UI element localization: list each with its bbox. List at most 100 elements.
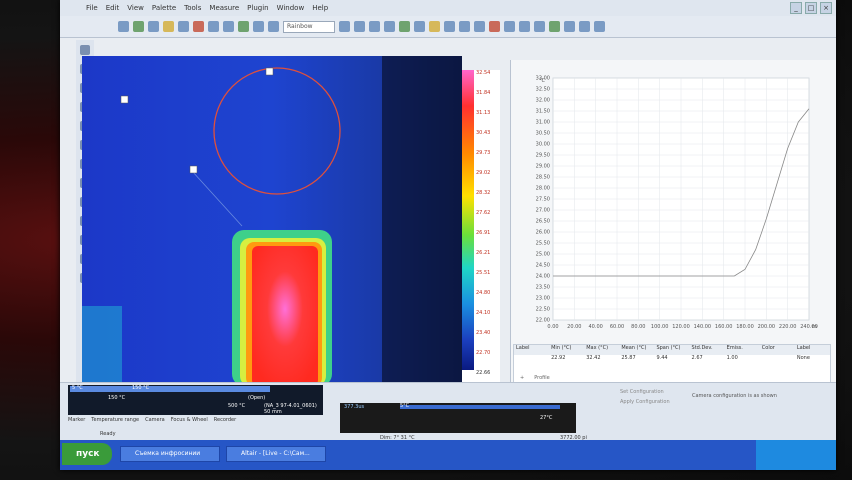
chart-icon[interactable] (429, 21, 440, 32)
palette-next-icon[interactable] (354, 21, 365, 32)
menu-file[interactable]: File (86, 4, 98, 12)
stats-header-cell: Std.Dev. (691, 345, 713, 351)
stats-header-cell: Mean (°C) (621, 345, 647, 351)
point-marker[interactable] (120, 95, 129, 104)
scale-label: 26.21 (476, 250, 491, 256)
open-icon[interactable] (118, 21, 129, 32)
close-icon[interactable]: × (820, 2, 832, 14)
tab-camera[interactable]: Camera (145, 417, 165, 423)
range-open: (Open) (248, 395, 266, 401)
taskbar-item[interactable]: Altair - [Live - C:\Сам... (226, 446, 326, 462)
filter-icon[interactable] (474, 21, 485, 32)
measure-icon[interactable] (459, 21, 470, 32)
stats-row[interactable]: 22.92 32.42 25.87 9.44 2.67 1.00 None (514, 355, 830, 365)
menu-edit[interactable]: Edit (106, 4, 120, 12)
camera-icon[interactable] (549, 21, 560, 32)
stop-icon[interactable] (253, 21, 264, 32)
stats-header-cell: Color (761, 345, 775, 351)
zoom-icon[interactable] (268, 21, 279, 32)
stats-header-cell: Label (516, 345, 530, 351)
save-icon[interactable] (148, 21, 159, 32)
settings-icon[interactable] (414, 21, 425, 32)
copy-icon[interactable] (178, 21, 189, 32)
set-config-button[interactable]: Set Configuration (620, 389, 664, 395)
menu-window[interactable]: Window (277, 4, 305, 12)
stats-cell: 22.92 (551, 355, 566, 361)
scale-label: 27.62 (476, 210, 491, 216)
range-mid-label: 150 °C (132, 385, 150, 391)
menu-help[interactable]: Help (312, 4, 328, 12)
window-icon[interactable] (579, 21, 590, 32)
line-marker[interactable] (189, 165, 198, 174)
stats-cell: 9.44 (656, 355, 668, 361)
scale-label: 22.66 (476, 370, 491, 376)
redo-icon[interactable] (208, 21, 219, 32)
tree-icon[interactable] (399, 21, 410, 32)
temp-slider[interactable] (400, 405, 560, 409)
grid-icon[interactable] (369, 21, 380, 32)
stats-cell (514, 355, 549, 365)
help-icon[interactable] (534, 21, 545, 32)
add-roi-button[interactable]: + (520, 375, 524, 381)
image-icon[interactable] (163, 21, 174, 32)
layout-icon[interactable] (384, 21, 395, 32)
scale-label: 32.54 (476, 70, 491, 76)
range-slider[interactable] (70, 386, 270, 392)
roi-handle[interactable] (265, 67, 274, 76)
print-icon[interactable] (519, 21, 530, 32)
zoom-in-icon[interactable] (80, 45, 90, 55)
app-window: File Edit View Palette Tools Measure Plu… (60, 0, 836, 470)
profile-tab[interactable]: Profile (534, 375, 550, 381)
menu-measure[interactable]: Measure (209, 4, 239, 12)
apply-config-button[interactable]: Apply Configuration (620, 399, 670, 405)
scale-label: 29.02 (476, 170, 491, 176)
x-tick-label: 60.00 (610, 324, 624, 330)
alarm-icon[interactable] (489, 21, 500, 32)
play-icon[interactable] (238, 21, 249, 32)
palette-prev-icon[interactable] (339, 21, 350, 32)
scale-label: 30.43 (476, 130, 491, 136)
y-tick-label: 22.00 (536, 318, 550, 324)
maximize-icon[interactable]: □ (805, 2, 817, 14)
bottom-tabs: Marker Temperature range Camera Focus & … (68, 417, 236, 423)
y-tick-label: 25.50 (536, 241, 550, 247)
stats-header-cell: Span (°C) (656, 345, 681, 351)
temp-readout-2: 27°C (540, 415, 553, 421)
palette-select[interactable]: Rainbow (283, 20, 335, 33)
tab-recorder[interactable]: Recorder (214, 417, 236, 423)
menu-palette[interactable]: Palette (152, 4, 176, 12)
about-icon[interactable] (594, 21, 605, 32)
scale-label: 22.70 (476, 350, 491, 356)
snapshot-icon[interactable] (223, 21, 234, 32)
scale-label: 24.80 (476, 290, 491, 296)
menu-plugin[interactable]: Plugin (247, 4, 268, 12)
minimize-icon[interactable]: _ (790, 2, 802, 14)
table-icon[interactable] (444, 21, 455, 32)
tab-temperature-range[interactable]: Temperature range (91, 417, 139, 423)
thermal-image[interactable] (82, 56, 462, 386)
record-icon[interactable] (133, 21, 144, 32)
control-bar: 5 °C 150 °C 150 °C (Open) 500 °C (NA_3 9… (60, 382, 836, 442)
focus-icon[interactable] (564, 21, 575, 32)
range-max: 500 °C (228, 403, 246, 409)
x-tick-label: 20.00 (567, 324, 581, 330)
menu-tools[interactable]: Tools (184, 4, 201, 12)
y-tick-label: 31.00 (536, 120, 550, 126)
x-tick-label: 100.00 (651, 324, 669, 330)
stats-cell: None (796, 355, 810, 361)
temperature-range-panel: 5 °C 150 °C 150 °C (Open) 500 °C (NA_3 9… (68, 385, 323, 415)
tab-focus[interactable]: Focus & Wheel (171, 417, 208, 423)
start-button[interactable]: пуск (62, 443, 112, 465)
thermal-image-canvas (82, 56, 462, 386)
taskbar-item[interactable]: Съемка инфросинии (120, 446, 220, 462)
status-text: Ready (100, 431, 116, 437)
stats-header-cell: Min (°C) (551, 345, 572, 351)
temp-readout: 5°C (400, 403, 410, 409)
tab-marker[interactable]: Marker (68, 417, 85, 423)
undo-icon[interactable] (193, 21, 204, 32)
y-tick-label: 31.50 (536, 109, 550, 115)
export-icon[interactable] (504, 21, 515, 32)
y-tick-label: 27.50 (536, 197, 550, 203)
menu-view[interactable]: View (127, 4, 144, 12)
x-tick-label: 0.00 (547, 324, 558, 330)
